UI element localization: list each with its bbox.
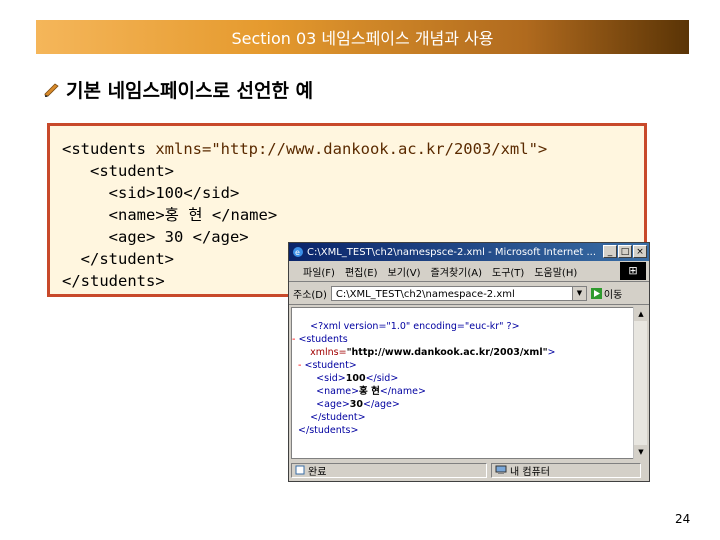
menu-tools[interactable]: 도구(T) <box>492 264 524 279</box>
menu-help[interactable]: 도움말(H) <box>534 264 577 279</box>
xml-student-open: - <student> <box>298 360 357 371</box>
xml-name: <name>홍 현</name> <box>316 386 426 397</box>
xml-students-close: </students> <box>298 425 359 436</box>
scroll-down-icon[interactable]: ▼ <box>634 445 648 459</box>
windows-logo-icon: ⊞ <box>620 262 646 280</box>
address-input[interactable]: C:\XML_TEST\ch2\namespace-2.xml ▼ <box>330 285 587 301</box>
xml-student-close: </student> <box>310 412 366 423</box>
go-arrow-icon <box>590 287 602 299</box>
xml-view: <?xml version="1.0" encoding="euc-kr" ?>… <box>291 307 634 459</box>
page-icon <box>295 465 305 475</box>
status-bar: 완료 내 컴퓨터 <box>291 461 647 479</box>
xml-age: <age>30</age> <box>316 399 400 410</box>
xml-declaration: <?xml version="1.0" encoding="euc-kr" ?> <box>310 321 520 332</box>
code-line-2: <student> <box>62 162 174 180</box>
slide-title: Section 03 네임스페이스 개념과 사용 <box>231 29 494 48</box>
heading-text: 기본 네임스페이스로 선언한 예 <box>66 80 314 102</box>
address-bar: 주소(D) C:\XML_TEST\ch2\namespace-2.xml ▼ … <box>289 282 649 305</box>
status-right: 내 컴퓨터 <box>491 462 641 478</box>
my-computer-icon <box>495 465 507 474</box>
collapse-toggle[interactable]: - <box>298 360 301 371</box>
internet-explorer-icon: e <box>293 247 303 257</box>
window-title-bar[interactable]: e C:\XML_TEST\ch2\namespsce-2.xml - Micr… <box>289 243 649 261</box>
go-label: 이동 <box>603 289 623 301</box>
scroll-up-icon[interactable]: ▲ <box>634 307 648 321</box>
browser-window: e C:\XML_TEST\ch2\namespsce-2.xml - Micr… <box>288 242 650 482</box>
menu-edit[interactable]: 편집(E) <box>345 264 378 279</box>
svg-text:e: e <box>295 248 300 257</box>
status-left: 완료 <box>291 462 487 478</box>
vertical-scrollbar[interactable]: ▲ ▼ <box>633 307 648 459</box>
slide-heading: 기본 네임스페이스로 선언한 예 <box>44 76 313 103</box>
address-value: C:\XML_TEST\ch2\namespace-2.xml <box>335 288 515 300</box>
collapse-toggle[interactable]: - <box>292 334 295 345</box>
code-line-4: <name>홍 현 </name> <box>62 206 278 224</box>
code-line-3: <sid>100</sid> <box>62 184 240 202</box>
slide-title-bar: Section 03 네임스페이스 개념과 사용 <box>36 20 689 54</box>
maximize-button[interactable]: □ <box>618 245 632 258</box>
xml-sid: <sid>100</sid> <box>316 373 399 384</box>
minimize-button[interactable]: _ <box>603 245 617 258</box>
menu-file[interactable]: 파일(F) <box>303 264 335 279</box>
xml-xmlns: xmlns="http://www.dankook.ac.kr/2003/xml… <box>310 347 556 358</box>
page-number: 24 <box>675 512 691 526</box>
pencil-bullet-icon <box>44 82 59 97</box>
address-dropdown-icon[interactable]: ▼ <box>571 286 586 300</box>
go-button[interactable]: 이동 <box>590 286 623 301</box>
address-label: 주소(D) <box>293 289 327 301</box>
close-button[interactable]: × <box>633 245 647 258</box>
window-title: C:\XML_TEST\ch2\namespsce-2.xml - Micros… <box>307 246 597 258</box>
menu-view[interactable]: 보기(V) <box>388 264 421 279</box>
menu-bar: 파일(F) 편집(E) 보기(V) 즐겨찾기(A) 도구(T) 도움말(H) ⊞ <box>289 261 649 282</box>
xml-students-open: - <students <box>292 334 348 345</box>
code-line-1: <students xmlns="http://www.dankook.ac.k… <box>62 140 548 158</box>
menu-favorites[interactable]: 즐겨찾기(A) <box>431 264 482 279</box>
